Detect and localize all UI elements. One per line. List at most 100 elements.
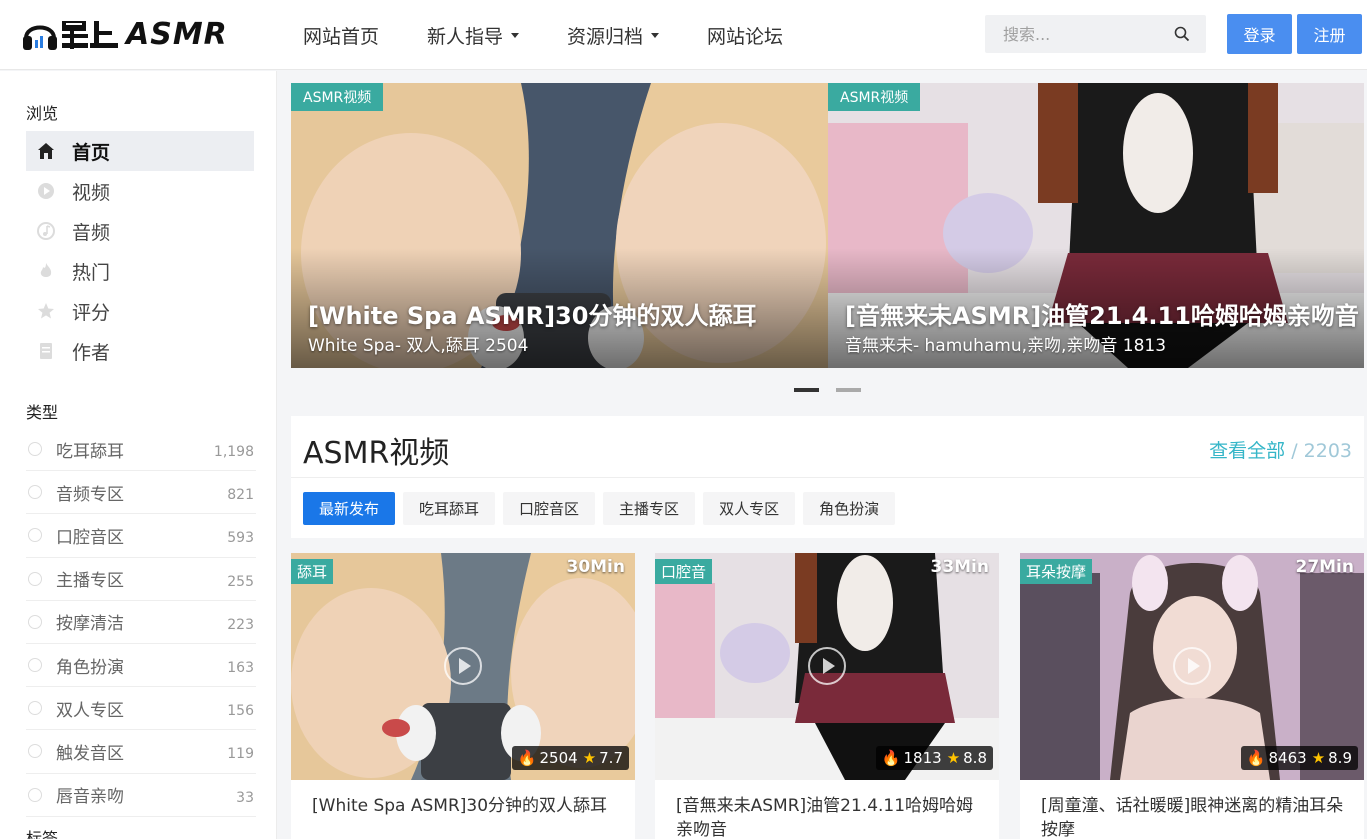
slide-category-badge[interactable]: ASMR视频 xyxy=(828,83,921,111)
nav-archive[interactable]: 资源归档 xyxy=(567,22,660,49)
video-thumbnail[interactable]: 耳朵按摩 27Min 🔥 8463 ★ 8.9 xyxy=(1020,553,1364,780)
type-count: 156 xyxy=(227,703,254,720)
tab-mouth-sounds[interactable]: 口腔音区 xyxy=(503,492,596,525)
sidebar-item-hot[interactable]: 热门 xyxy=(26,251,254,291)
play-icon[interactable] xyxy=(444,647,482,685)
featured-carousel: ASMR视频 [White Spa ASMR]30分钟的双人舔耳 White S… xyxy=(291,83,1364,368)
carousel-dot-active[interactable] xyxy=(794,388,819,392)
carousel-slide[interactable]: ASMR视频 [音無来未ASMR]油管21.4.11哈姆哈姆亲吻音 音無来未- … xyxy=(828,83,1364,368)
type-item[interactable]: 主播专区 255 xyxy=(26,558,256,601)
rating-value: 8.8 xyxy=(963,749,987,767)
video-stats: 🔥 8463 ★ 8.9 xyxy=(1240,746,1358,770)
carousel-dot[interactable] xyxy=(836,388,861,392)
circle-icon xyxy=(28,701,42,716)
site-logo[interactable]: ASMR xyxy=(20,14,250,54)
type-count: 33 xyxy=(236,789,254,806)
video-thumbnail[interactable]: 舔耳 30Min 🔥 2504 ★ 7.7 xyxy=(291,553,635,780)
play-icon[interactable] xyxy=(1173,647,1211,685)
top-header: ASMR 网站首页 新人指导 资源归档 网站论坛 登录 注册 xyxy=(0,0,1367,70)
type-list: 吃耳舔耳 1,198 音频专区 821 口腔音区 593 主播专区 255 按摩清洁 22… xyxy=(26,428,256,817)
video-card[interactable]: 舔耳 30Min 🔥 2504 ★ 7.7 [White Spa ASMR]30… xyxy=(291,553,635,839)
sidebar: 浏览 首页 视频 音频 热门 评分 作者 类型 吃耳舔耳 1,198 音频专区 82… xyxy=(0,71,277,839)
sidebar-item-label: 作者 xyxy=(72,341,111,364)
type-item[interactable]: 唇音亲吻 33 xyxy=(26,774,256,817)
video-title[interactable]: [White Spa ASMR]30分钟的双人舔耳 xyxy=(312,794,622,818)
video-title[interactable]: [音無来未ASMR]油管21.4.11哈姆哈姆亲吻音 xyxy=(676,794,986,839)
tab-ear-licking[interactable]: 吃耳舔耳 xyxy=(403,492,496,525)
nav-newbie-guide[interactable]: 新人指导 xyxy=(427,22,520,49)
star-icon: ★ xyxy=(582,749,597,767)
type-label: 口腔音区 xyxy=(56,527,124,548)
view-count: 1813 xyxy=(903,749,942,767)
tab-duo[interactable]: 双人专区 xyxy=(703,492,796,525)
search-icon[interactable] xyxy=(1174,26,1190,42)
video-title[interactable]: [周童潼、话社暖暖]眼神迷离的精油耳朵按摩 xyxy=(1041,794,1351,839)
logo-text: ASMR xyxy=(126,16,228,52)
type-label: 双人专区 xyxy=(56,700,124,721)
browse-section-title: 浏览 xyxy=(26,104,59,123)
type-label: 音频专区 xyxy=(56,484,124,505)
sidebar-item-audio[interactable]: 音频 xyxy=(26,211,254,251)
sidebar-item-video[interactable]: 视频 xyxy=(26,171,254,211)
headphones-logo-icon xyxy=(23,25,57,50)
main-nav: 网站首页 新人指导 资源归档 网站论坛 xyxy=(303,0,831,70)
type-label: 主播专区 xyxy=(56,571,124,592)
view-all-link[interactable]: 查看全部 xyxy=(1209,440,1285,462)
search-input[interactable] xyxy=(985,24,1165,44)
sidebar-item-rating[interactable]: 评分 xyxy=(26,291,254,331)
sidebar-item-home[interactable]: 首页 xyxy=(26,131,254,171)
type-item[interactable]: 按摩清洁 223 xyxy=(26,601,256,644)
type-item[interactable]: 触发音区 119 xyxy=(26,730,256,774)
audio-icon xyxy=(36,221,56,241)
circle-icon xyxy=(28,744,42,759)
type-count: 255 xyxy=(227,573,254,590)
play-icon[interactable] xyxy=(808,647,846,685)
rating-value: 8.9 xyxy=(1328,749,1352,767)
slide-category-badge[interactable]: ASMR视频 xyxy=(291,83,384,111)
fire-icon: 🔥 xyxy=(517,749,537,767)
circle-icon xyxy=(28,485,42,500)
home-icon xyxy=(36,141,56,161)
type-item[interactable]: 角色扮演 163 xyxy=(26,644,256,688)
video-stats: 🔥 1813 ★ 8.8 xyxy=(875,746,993,770)
type-count: 1,198 xyxy=(213,444,254,460)
register-button[interactable]: 注册 xyxy=(1297,14,1362,54)
video-category-badge[interactable]: 耳朵按摩 xyxy=(1020,559,1093,584)
star-icon xyxy=(36,301,56,321)
slide-title[interactable]: [White Spa ASMR]30分钟的双人舔耳 xyxy=(308,296,756,331)
tab-latest[interactable]: 最新发布 xyxy=(303,492,396,525)
sidebar-item-label: 评分 xyxy=(72,301,111,324)
video-category-badge[interactable]: 舔耳 xyxy=(291,559,334,584)
type-count: 223 xyxy=(227,616,254,633)
video-card[interactable]: 口腔音 33Min 🔥 1813 ★ 8.8 [音無来未ASMR]油管21.4.… xyxy=(655,553,999,839)
circle-icon xyxy=(28,658,42,673)
nav-newbie-guide-label: 新人指导 xyxy=(427,25,504,48)
type-item[interactable]: 吃耳舔耳 1,198 xyxy=(26,428,256,472)
type-count: 593 xyxy=(227,530,254,547)
carousel-slide[interactable]: ASMR视频 [White Spa ASMR]30分钟的双人舔耳 White S… xyxy=(291,83,828,368)
video-card[interactable]: 耳朵按摩 27Min 🔥 8463 ★ 8.9 [周童潼、话社暖暖]眼神迷离的精… xyxy=(1020,553,1364,839)
author-icon xyxy=(36,341,56,361)
sidebar-item-label: 热门 xyxy=(72,261,111,284)
logo-glyph-mark xyxy=(62,21,118,49)
sidebar-item-author[interactable]: 作者 xyxy=(26,331,254,371)
video-thumbnail[interactable]: 口腔音 33Min 🔥 1813 ★ 8.8 xyxy=(655,553,999,780)
nav-forum[interactable]: 网站论坛 xyxy=(707,22,783,49)
type-item[interactable]: 口腔音区 593 xyxy=(26,514,256,558)
tab-streamers[interactable]: 主播专区 xyxy=(603,492,696,525)
fire-icon xyxy=(36,261,56,281)
star-icon: ★ xyxy=(1311,749,1326,767)
circle-icon xyxy=(28,528,42,543)
login-button[interactable]: 登录 xyxy=(1227,14,1292,54)
nav-home[interactable]: 网站首页 xyxy=(303,22,379,49)
nav-archive-label: 资源归档 xyxy=(567,25,644,48)
video-category-badge[interactable]: 口腔音 xyxy=(655,559,713,584)
slide-title[interactable]: [音無来未ASMR]油管21.4.11哈姆哈姆亲吻音 xyxy=(845,296,1359,331)
type-item[interactable]: 音频专区 821 xyxy=(26,471,256,515)
view-count: 2504 xyxy=(539,749,578,767)
tab-roleplay[interactable]: 角色扮演 xyxy=(803,492,896,525)
type-label: 吃耳舔耳 xyxy=(56,441,124,462)
type-item[interactable]: 双人专区 156 xyxy=(26,687,256,731)
filter-bar: 最新发布 吃耳舔耳 口腔音区 主播专区 双人专区 角色扮演 xyxy=(291,478,1364,538)
search-box xyxy=(985,15,1206,53)
